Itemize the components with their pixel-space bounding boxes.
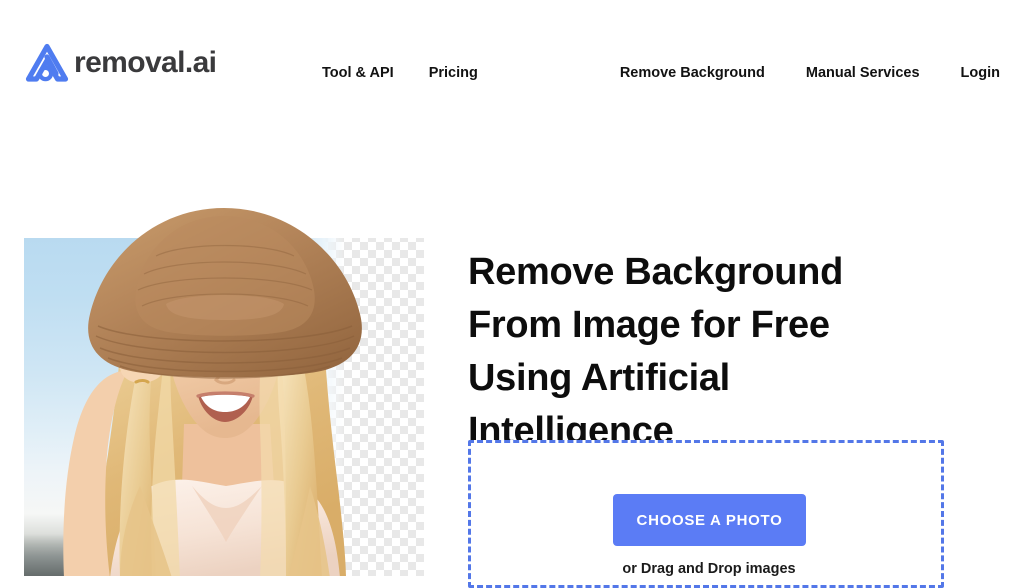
brand-logo[interactable]: removal.ai — [24, 41, 217, 85]
nav-item-pricing[interactable]: Pricing — [429, 63, 478, 83]
nav-item-remove-background[interactable]: Remove Background — [620, 63, 765, 83]
drag-and-drop-hint: or Drag and Drop images — [622, 561, 796, 577]
nav-item-tool-api[interactable]: Tool & API — [322, 63, 394, 83]
hero-before-after-image — [24, 186, 424, 576]
nav-item-login[interactable]: Login — [961, 63, 1000, 83]
model-portrait — [63, 208, 362, 576]
brand-wordmark: removal.ai — [74, 46, 217, 79]
nav-item-manual-services[interactable]: Manual Services — [806, 63, 920, 83]
primary-nav-right: Remove Background Manual Services Login — [620, 63, 1000, 83]
site-header: removal.ai Tool & API Pricing Remove Bac… — [0, 0, 1024, 128]
primary-nav-left: Tool & API Pricing — [322, 63, 478, 83]
choose-a-photo-button[interactable]: CHOOSE A PHOTO — [613, 494, 806, 546]
removal-ai-logo-icon — [24, 42, 70, 84]
page-title: Remove Background From Image for Free Us… — [468, 251, 843, 452]
upload-dropzone[interactable]: CHOOSE A PHOTO or Drag and Drop images — [468, 440, 944, 588]
hero-content: Remove Background From Image for Free Us… — [468, 186, 944, 458]
